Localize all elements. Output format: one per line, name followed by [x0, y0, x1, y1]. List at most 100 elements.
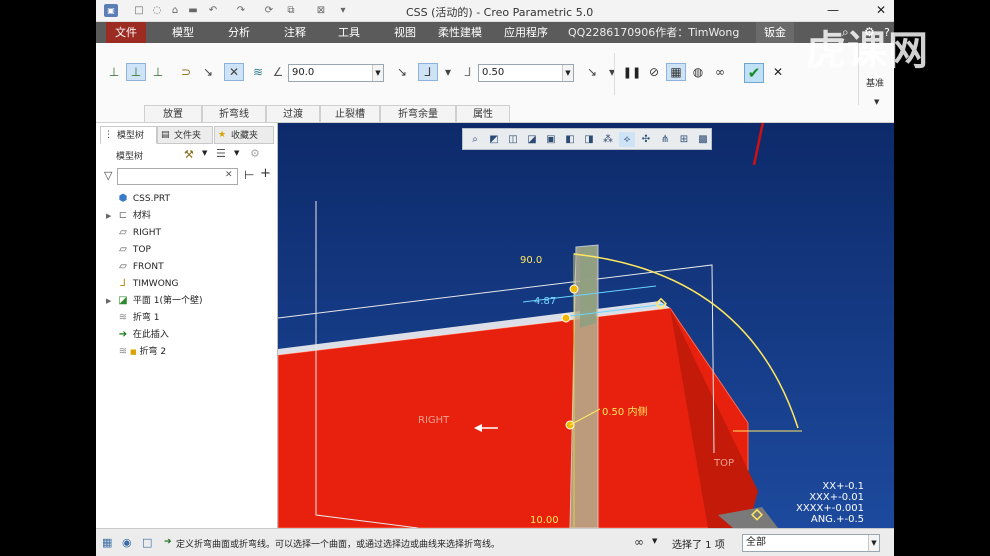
tab-folder-browser[interactable]: ▤ 文件夹	[157, 126, 213, 144]
bend-roll-icon[interactable]: ⊃	[176, 63, 196, 81]
tree-filter-extra-icon[interactable]: ⚙	[250, 147, 260, 160]
tree-item-insert-here[interactable]: ➔ 在此插入	[106, 327, 169, 343]
clear-search-icon[interactable]: ✕	[225, 170, 233, 180]
bend-from-edge-icon[interactable]: ⊥	[104, 63, 124, 81]
redo-icon[interactable]: ↷	[234, 4, 248, 17]
menu-tools[interactable]: 工具	[330, 22, 368, 43]
geometry-preview-icon[interactable]: ▦	[666, 63, 686, 81]
apply-checkmark-icon[interactable]: ✔	[744, 63, 764, 83]
expand-arrow-icon[interactable]: ▶	[106, 293, 116, 309]
pause-icon[interactable]: ❚❚	[622, 63, 642, 81]
length-dimension-label[interactable]: 10.00	[530, 515, 559, 526]
save-icon[interactable]: ▬	[186, 4, 200, 17]
bend-region-icon[interactable]: ✕	[224, 63, 244, 81]
repaint-icon[interactable]: ◪	[524, 132, 540, 147]
flip-direction-icon[interactable]: ↘	[392, 63, 412, 81]
tree-search-input[interactable]	[117, 168, 238, 185]
tree-item-csys[interactable]: ⅃ TIMWONG	[106, 276, 178, 292]
bend-angle-input[interactable]: 90.0 ▼	[288, 64, 384, 82]
minimize-button[interactable]: —	[826, 3, 840, 17]
bend-both-sides-icon[interactable]: ⊥	[148, 63, 168, 81]
chevron-down-icon[interactable]: ▼	[372, 65, 383, 81]
display-style-icon[interactable]: ◧	[562, 132, 578, 147]
browser-toggle-icon[interactable]: ◉	[122, 536, 132, 549]
cancel-x-icon[interactable]: ✕	[768, 63, 788, 81]
glasses-preview-icon[interactable]: ∞	[710, 63, 730, 81]
radius-type-icon[interactable]: ⅃	[458, 63, 478, 81]
datum-group-label[interactable]: 基准	[866, 76, 884, 89]
menu-annotate[interactable]: 注释	[276, 22, 314, 43]
tree-item-material[interactable]: ▶ ⊏ 材料	[106, 208, 151, 224]
refit-icon[interactable]: ⌕	[467, 132, 483, 147]
tree-item-bend-1[interactable]: ≋ 折弯 1	[106, 310, 160, 326]
bend-radius-input[interactable]: 0.50 ▼	[478, 64, 574, 82]
verify-mode-icon[interactable]: ◍	[688, 63, 708, 81]
tab-placement[interactable]: 放置	[144, 105, 202, 122]
saved-orientations-icon[interactable]: ▣	[543, 132, 559, 147]
tab-bend-line[interactable]: 折弯线	[202, 105, 266, 122]
tree-item-front-plane[interactable]: ▱ FRONT	[106, 259, 163, 275]
app-menu-icon[interactable]: ▣	[104, 4, 118, 17]
open-file-icon[interactable]: ◌	[150, 4, 164, 17]
binoculars-icon[interactable]: ∞	[634, 535, 644, 549]
datum-dropdown-icon[interactable]: ▼	[874, 98, 879, 106]
menu-analysis[interactable]: 分析	[220, 22, 258, 43]
no-preview-icon[interactable]: ⊘	[644, 63, 664, 81]
tree-item-bend-2[interactable]: ≋ ■ 折弯 2	[106, 344, 166, 360]
chevron-down-icon[interactable]: ▼	[562, 65, 573, 81]
layout-toggle-icon[interactable]: ▦	[102, 536, 112, 549]
tab-model-tree[interactable]: ⋮ 模型树	[100, 126, 157, 144]
undo-icon[interactable]: ↶	[206, 4, 220, 17]
tree-item-top-plane[interactable]: ▱ TOP	[106, 242, 151, 258]
menu-file[interactable]: 文件	[106, 22, 146, 43]
bend-tangent-icon[interactable]: ≋	[248, 63, 268, 81]
menu-view[interactable]: 视图	[386, 22, 424, 43]
customize-toolbar-icon[interactable]: ▾	[336, 4, 350, 17]
zoom-in-icon[interactable]: ◩	[486, 132, 502, 147]
tab-bend-allowance[interactable]: 折弯余量	[380, 105, 456, 122]
chevron-down-icon[interactable]: ▼	[868, 535, 879, 551]
tree-item-flat-wall[interactable]: ▶ ◪ 平面 1(第一个壁)	[106, 293, 203, 309]
perspective-icon[interactable]: ▩	[695, 132, 711, 147]
tree-columns-icon[interactable]: ☰	[216, 147, 226, 160]
menu-model[interactable]: 模型	[164, 22, 202, 43]
radius-side-icon[interactable]: ⅃	[418, 63, 438, 81]
tab-relief[interactable]: 止裂槽	[320, 105, 380, 122]
datum-display-icon[interactable]: ⁂	[600, 132, 616, 147]
open-folder-icon[interactable]: ⌂	[168, 4, 182, 17]
close-window-icon[interactable]: ⊠	[314, 4, 328, 17]
expand-arrow-icon[interactable]: ▶	[106, 208, 116, 224]
offset-dimension-label[interactable]: 4.87	[534, 296, 556, 307]
tree-item-part[interactable]: ⬢ CSS.PRT	[106, 191, 170, 207]
drag-handle[interactable]	[569, 284, 579, 294]
chevron-down-icon[interactable]: ▼	[234, 149, 239, 157]
menu-applications[interactable]: 应用程序	[496, 22, 556, 43]
bend-fixed-side-icon[interactable]: ⊥	[126, 63, 146, 81]
tab-favorites[interactable]: ★ 收藏夹	[214, 126, 274, 144]
angle-dimension-label[interactable]: 90.0	[520, 255, 542, 266]
tree-item-right-plane[interactable]: ▱ RIGHT	[106, 225, 161, 241]
zoom-out-icon[interactable]: ◫	[505, 132, 521, 147]
tab-properties[interactable]: 属性	[456, 105, 510, 122]
regenerate-icon[interactable]: ⟳	[262, 4, 276, 17]
selection-filter-select[interactable]: 全部 ▼	[742, 534, 880, 552]
full-screen-icon[interactable]: □	[142, 536, 152, 549]
graphics-viewport[interactable]: ⌕ ◩ ◫ ◪ ▣ ◧ ◨ ⁂ ⟡ ✣ ⋔ ⊞ ▩ 90.0 4.87 0.50…	[278, 123, 894, 528]
drag-handle[interactable]	[561, 313, 571, 323]
csys-display-icon[interactable]: ⊞	[676, 132, 692, 147]
tree-settings-icon[interactable]: ⚒	[184, 148, 194, 161]
point-display-icon[interactable]: ⋔	[657, 132, 673, 147]
tab-transition[interactable]: 过渡	[266, 105, 320, 122]
annotation-display-icon[interactable]: ⟡	[619, 132, 635, 147]
tree-expand-icon[interactable]: ⊢	[244, 168, 254, 182]
menu-sheetmetal[interactable]: 钣金	[756, 22, 794, 43]
radius-dropdown-icon[interactable]: ▾	[438, 63, 458, 81]
new-file-icon[interactable]: □	[132, 4, 146, 17]
radius-flip-icon[interactable]: ↘	[582, 63, 602, 81]
menu-flexible-modeling[interactable]: 柔性建模	[430, 22, 490, 43]
chevron-down-icon[interactable]: ▼	[652, 537, 657, 545]
chevron-down-icon[interactable]: ▼	[202, 149, 207, 157]
window-switch-icon[interactable]: ⧉	[284, 4, 298, 17]
close-button[interactable]: ✕	[874, 3, 888, 17]
filter-funnel-icon[interactable]: ▽	[104, 169, 112, 182]
